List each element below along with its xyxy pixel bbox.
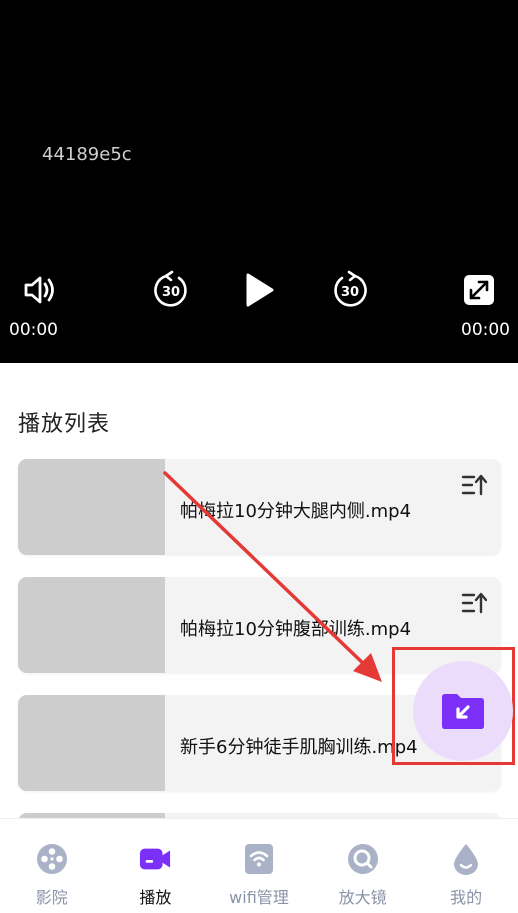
svg-text:30: 30	[341, 285, 359, 300]
import-video-button[interactable]	[413, 661, 513, 761]
sort-top-icon[interactable]	[461, 591, 487, 615]
tab-label: 我的	[450, 888, 483, 907]
forward-30-icon: 30	[334, 270, 367, 307]
video-id-text: 44189e5c	[42, 144, 132, 165]
playlist-item[interactable]: 帕梅拉10分钟大腿内侧.mp4	[18, 459, 501, 555]
current-time: 00:00	[9, 320, 58, 340]
video-player[interactable]: 44189e5c 30 30 00:00 00:00	[0, 0, 518, 363]
video-thumbnail	[18, 577, 165, 673]
playlist-item-name: 新手6分钟徒手肌胸训练.mp4	[180, 737, 418, 758]
tab-magnifier[interactable]: 放大镜	[311, 819, 415, 913]
wifi-icon	[243, 843, 275, 875]
play-button[interactable]	[240, 270, 278, 310]
tab-label: wifi管理	[229, 888, 289, 907]
bottom-navigation: 影院 播放 wifi管理 放大镜 我的	[0, 818, 518, 913]
total-time: 00:00	[461, 320, 510, 340]
video-thumbnail	[18, 695, 165, 791]
svg-text:30: 30	[162, 285, 180, 300]
rewind-30-button[interactable]: 30	[151, 270, 191, 310]
folder-import-icon	[442, 694, 484, 729]
playlist-item-name: 帕梅拉10分钟大腿内侧.mp4	[180, 501, 412, 522]
tab-label: 放大镜	[338, 888, 387, 907]
film-reel-icon	[36, 843, 68, 875]
playlist-item-name: 帕梅拉10分钟腹部训练.mp4	[180, 619, 412, 640]
highlight-box	[392, 647, 515, 765]
video-thumbnail	[18, 459, 165, 555]
tab-label: 播放	[139, 888, 172, 907]
rewind-30-icon: 30	[154, 270, 187, 307]
playlist-title: 播放列表	[18, 412, 111, 437]
tab-play[interactable]: 播放	[104, 819, 208, 913]
tab-mine[interactable]: 我的	[414, 819, 518, 913]
tab-label: 影院	[35, 888, 68, 907]
tab-wifi[interactable]: wifi管理	[207, 819, 311, 913]
drop-icon	[450, 843, 482, 875]
magnifier-icon	[347, 843, 379, 875]
forward-30-button[interactable]: 30	[330, 270, 370, 310]
volume-icon[interactable]	[20, 271, 58, 309]
video-camera-icon	[139, 843, 171, 875]
fullscreen-icon	[464, 275, 494, 305]
sort-top-icon[interactable]	[461, 473, 487, 497]
tab-cinema[interactable]: 影院	[0, 819, 104, 913]
play-icon	[246, 273, 274, 307]
fullscreen-button[interactable]	[460, 271, 498, 309]
